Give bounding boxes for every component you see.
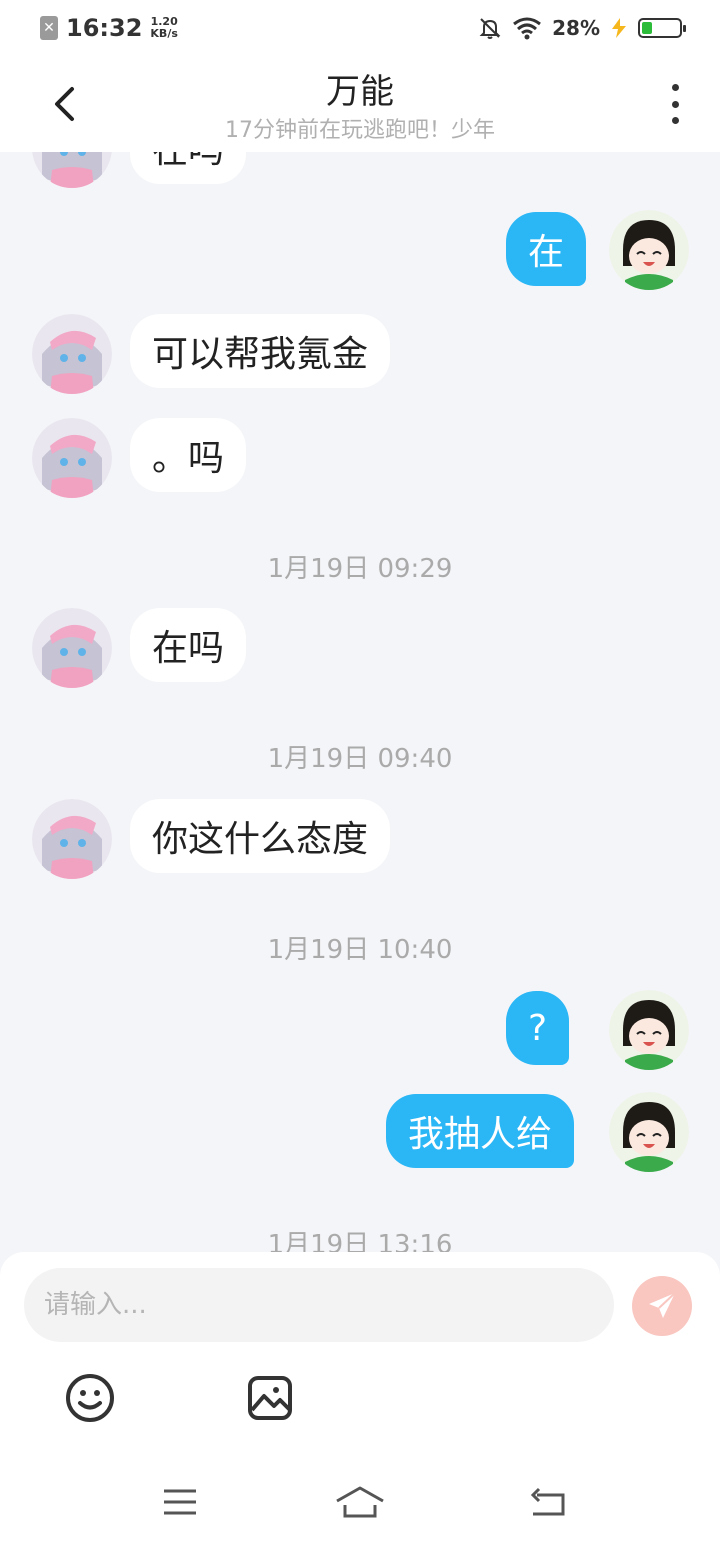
paper-plane-icon: [649, 1292, 676, 1318]
status-bar: ✕ 16:32 1.20 KB/s 28%: [0, 0, 720, 56]
back-icon: [530, 1487, 565, 1516]
message-text: 你这什么态度: [152, 819, 369, 860]
smiley-icon: [66, 1374, 114, 1422]
image-button[interactable]: [244, 1372, 296, 1424]
message-text: 。吗: [152, 438, 225, 479]
my-avatar[interactable]: [609, 1092, 689, 1172]
message-bubble-self[interactable]: 在: [506, 212, 587, 286]
status-time: 16:32: [66, 14, 143, 42]
message-timestamp: 1月19日 10:40: [267, 935, 453, 965]
menu-icon: [164, 1489, 196, 1515]
wifi-icon: [513, 17, 542, 40]
network-speed-unit: KB/s: [150, 27, 178, 40]
notification-close-icon: ✕: [40, 16, 58, 40]
chat-header: 万能 17分钟前在玩逃跑吧！少年: [0, 56, 720, 152]
image-icon: [248, 1376, 292, 1420]
charging-icon: [612, 18, 626, 38]
battery-percent: 28%: [552, 16, 600, 40]
contact-avatar[interactable]: [32, 608, 112, 688]
send-button[interactable]: [632, 1276, 692, 1336]
message-text: ?: [528, 1007, 548, 1049]
more-vertical-icon: [671, 84, 679, 91]
contact-avatar[interactable]: [32, 314, 112, 394]
message-input[interactable]: [24, 1268, 614, 1342]
message-timestamp: 1月19日 09:29: [267, 554, 453, 584]
message-bubble[interactable]: 你这什么态度: [130, 799, 391, 873]
emoji-button[interactable]: [64, 1372, 116, 1424]
message-bubble[interactable]: 在吗: [130, 608, 247, 682]
network-speed: 1.20 KB/s: [150, 16, 177, 40]
message-text: 在: [528, 232, 565, 273]
nav-menu-button[interactable]: [150, 1480, 210, 1524]
nav-back-button[interactable]: [518, 1480, 578, 1524]
message-bubble-self[interactable]: 我抽人给: [386, 1094, 575, 1168]
message-list[interactable]: 在吗 在 可以帮我氪金 。吗 1月19日 09:29 在吗 1月19日 09:4…: [0, 0, 720, 1254]
contact-avatar[interactable]: [32, 799, 112, 879]
message-bubble[interactable]: 。吗: [130, 418, 247, 492]
mute-bell-icon: [479, 18, 501, 39]
home-icon: [336, 1486, 384, 1518]
my-avatar[interactable]: [609, 210, 689, 290]
chat-title: 万能: [326, 72, 394, 112]
nav-home-button[interactable]: [330, 1480, 390, 1524]
battery-icon: [638, 18, 686, 38]
battery-level: [642, 22, 653, 34]
chat-subtitle: 17分钟前在玩逃跑吧！少年: [225, 118, 495, 143]
system-nav-bar: [0, 1460, 720, 1544]
message-text: 我抽人给: [408, 1114, 553, 1155]
my-avatar[interactable]: [609, 990, 689, 1070]
contact-avatar[interactable]: [32, 418, 112, 498]
message-bubble-self[interactable]: ?: [506, 991, 570, 1065]
message-text: 在吗: [152, 628, 225, 669]
message-bubble[interactable]: 可以帮我氪金: [130, 314, 391, 388]
message-timestamp: 1月19日 09:40: [267, 744, 453, 774]
more-options-button[interactable]: [660, 84, 690, 124]
message-timestamp: 1月19日 13:16: [267, 1230, 453, 1254]
message-text: 可以帮我氪金: [152, 334, 369, 375]
